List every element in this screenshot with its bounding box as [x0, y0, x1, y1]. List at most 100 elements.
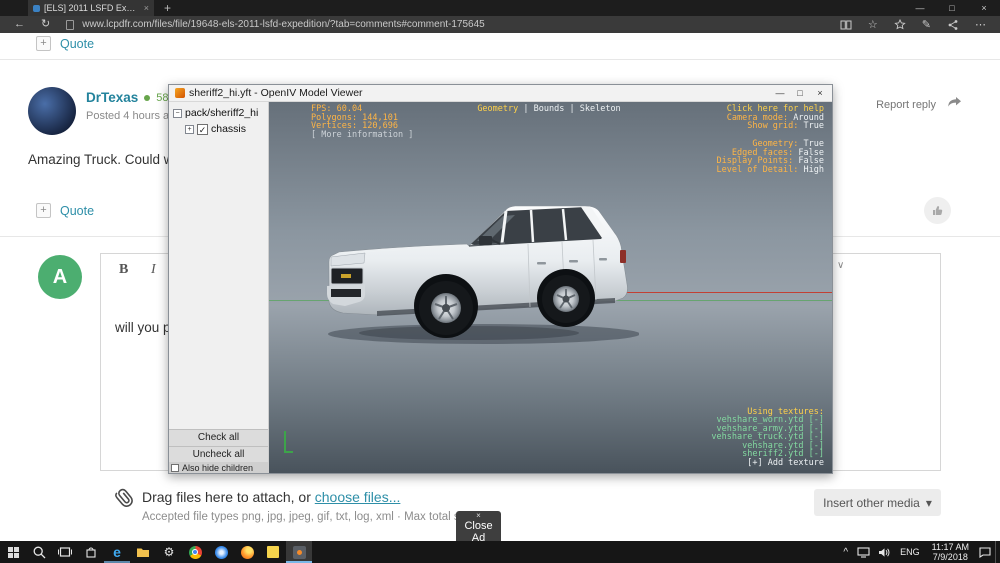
post-author-name[interactable]: DrTexas	[86, 90, 138, 105]
system-tray: ^ ENG 11:17 AM 7/9/2018	[838, 541, 1000, 563]
attach-instructions: Drag files here to attach, or choose fil…	[142, 489, 400, 505]
taskbar-app-safari[interactable]	[208, 541, 234, 563]
address-url[interactable]: www.lcpdfr.com/files/file/19648-els-2011…	[82, 19, 830, 30]
more-information-link[interactable]: [ More information ]	[311, 131, 413, 140]
taskbar-app-firefox[interactable]	[234, 541, 260, 563]
action-center-icon[interactable]	[975, 547, 995, 558]
taskbar-app-settings[interactable]: ⚙	[156, 541, 182, 563]
taskbar-app-store[interactable]	[78, 541, 104, 563]
viewport-stats: FPS: 60.04 Polygons: 144,101 Vertices: 1…	[311, 105, 413, 139]
texture-list: Using textures: vehshare_worn.ytd [-] ve…	[711, 408, 824, 468]
taskbar-app-openiv[interactable]	[286, 541, 312, 563]
mode-bounds[interactable]: Bounds	[534, 104, 565, 114]
mode-skeleton[interactable]: Skeleton	[580, 104, 621, 114]
like-button[interactable]	[924, 197, 951, 224]
mode-geometry[interactable]: Geometry	[477, 104, 518, 114]
insert-media-button[interactable]: Insert other media ▾	[814, 489, 941, 516]
quote-link[interactable]: Quote	[60, 204, 94, 218]
taskbar-app-file-explorer[interactable]	[130, 541, 156, 563]
share-post-icon[interactable]	[947, 96, 962, 114]
close-ad-button[interactable]: × Close Ad	[456, 511, 501, 545]
quote-row-bottom: + Quote	[36, 203, 94, 218]
add-texture-link[interactable]: [+] Add texture	[711, 459, 824, 468]
taskbar-app-chrome[interactable]	[182, 541, 208, 563]
expand-icon[interactable]: +	[185, 125, 194, 134]
quote-link[interactable]: Quote	[60, 37, 94, 51]
close-icon[interactable]: ×	[476, 511, 481, 520]
taskbar-app-edge[interactable]: e	[104, 541, 130, 563]
vehicle-model[interactable]	[319, 194, 639, 354]
viewer-maximize-button[interactable]: □	[790, 88, 810, 98]
sticky-notes-icon	[267, 546, 279, 558]
bold-button[interactable]: B	[119, 262, 128, 278]
task-view-button[interactable]	[52, 541, 78, 563]
post-author-avatar[interactable]	[28, 87, 76, 135]
store-icon	[85, 546, 97, 558]
tree-root-label[interactable]: pack/sheriff2_hi	[185, 107, 258, 119]
display-icon[interactable]	[853, 547, 874, 558]
check-all-button[interactable]: Check all	[169, 429, 268, 446]
reputation-dot-icon	[144, 95, 150, 101]
favorites-hub-icon[interactable]	[888, 19, 912, 31]
speaker-icon[interactable]	[874, 547, 894, 558]
setting-value[interactable]: True	[804, 121, 824, 131]
openiv-window[interactable]: sheriff2_hi.yft - OpenIV Model Viewer — …	[168, 84, 833, 474]
multiquote-icon[interactable]: +	[36, 36, 51, 51]
annotate-icon[interactable]: ✎	[916, 18, 937, 31]
more-options-icon[interactable]: ⋯	[969, 18, 992, 31]
favorite-star-icon[interactable]: ☆	[862, 18, 884, 31]
clock[interactable]: 11:17 AM 7/9/2018	[926, 542, 975, 562]
tray-chevron-icon[interactable]: ^	[838, 547, 853, 558]
task-view-icon	[58, 546, 72, 558]
hide-children-checkbox[interactable]	[171, 464, 179, 472]
choose-files-link[interactable]: choose files...	[315, 489, 401, 505]
setting-label: Show grid:	[747, 121, 803, 131]
reading-view-icon[interactable]	[834, 19, 858, 31]
toolbar-chevron-icon[interactable]: ∨	[837, 260, 844, 271]
new-tab-button[interactable]: +	[164, 1, 171, 15]
desktop: [ELS] 2011 LSFD Expedi × + — □ × ← ↻ www…	[0, 0, 1000, 563]
tab-title: [ELS] 2011 LSFD Expedi	[44, 3, 140, 13]
refresh-button[interactable]: ↻	[35, 16, 56, 33]
model-tree-panel: − pack/sheriff2_hi + ✓ chassis Check all…	[169, 102, 269, 473]
quote-row-top: + Quote	[36, 36, 94, 51]
uncheck-all-button[interactable]: Uncheck all	[169, 446, 268, 462]
tree-chassis-label[interactable]: chassis	[211, 123, 246, 135]
taskbar: e ⚙ ^ ENG	[0, 541, 1000, 563]
show-desktop-button[interactable]	[995, 541, 1000, 563]
windows-logo-icon	[8, 547, 19, 558]
mode-separator: |	[569, 104, 574, 114]
start-button[interactable]	[0, 541, 26, 563]
openiv-app-icon	[175, 88, 185, 98]
language-indicator[interactable]: ENG	[894, 547, 926, 557]
report-reply-link[interactable]: Report reply	[876, 99, 936, 111]
paperclip-icon	[114, 486, 136, 515]
setting-value[interactable]: High	[804, 165, 824, 175]
viewer-titlebar[interactable]: sheriff2_hi.yft - OpenIV Model Viewer — …	[169, 85, 832, 102]
window-close-button[interactable]: ×	[968, 0, 1000, 16]
window-minimize-button[interactable]: —	[904, 0, 936, 16]
model-viewport[interactable]: FPS: 60.04 Polygons: 144,101 Vertices: 1…	[269, 102, 832, 473]
tab-close-icon[interactable]: ×	[144, 3, 149, 13]
browser-tab[interactable]: [ELS] 2011 LSFD Expedi ×	[28, 0, 154, 16]
multiquote-icon[interactable]: +	[36, 203, 51, 218]
composer-avatar: A	[38, 255, 82, 299]
search-button[interactable]	[26, 541, 52, 563]
editor-text[interactable]: will you p	[115, 320, 171, 335]
viewer-minimize-button[interactable]: —	[770, 88, 790, 98]
collapse-icon[interactable]: −	[173, 109, 182, 118]
search-icon	[33, 546, 46, 559]
back-button[interactable]: ←	[8, 16, 31, 33]
chassis-checkbox[interactable]: ✓	[197, 124, 208, 135]
taskbar-app-sticky-notes[interactable]	[260, 541, 286, 563]
viewer-title: sheriff2_hi.yft - OpenIV Model Viewer	[189, 87, 770, 99]
share-icon[interactable]	[941, 19, 965, 31]
tree-chassis-row[interactable]: + ✓ chassis	[185, 123, 246, 135]
tree-root-row[interactable]: − pack/sheriff2_hi	[173, 107, 258, 119]
italic-button[interactable]: I	[151, 262, 156, 278]
safari-icon	[215, 546, 228, 559]
viewer-close-button[interactable]: ×	[810, 88, 830, 98]
hide-children-row[interactable]: Also hide children	[169, 462, 268, 473]
window-maximize-button[interactable]: □	[936, 0, 968, 16]
openiv-icon	[293, 546, 306, 559]
